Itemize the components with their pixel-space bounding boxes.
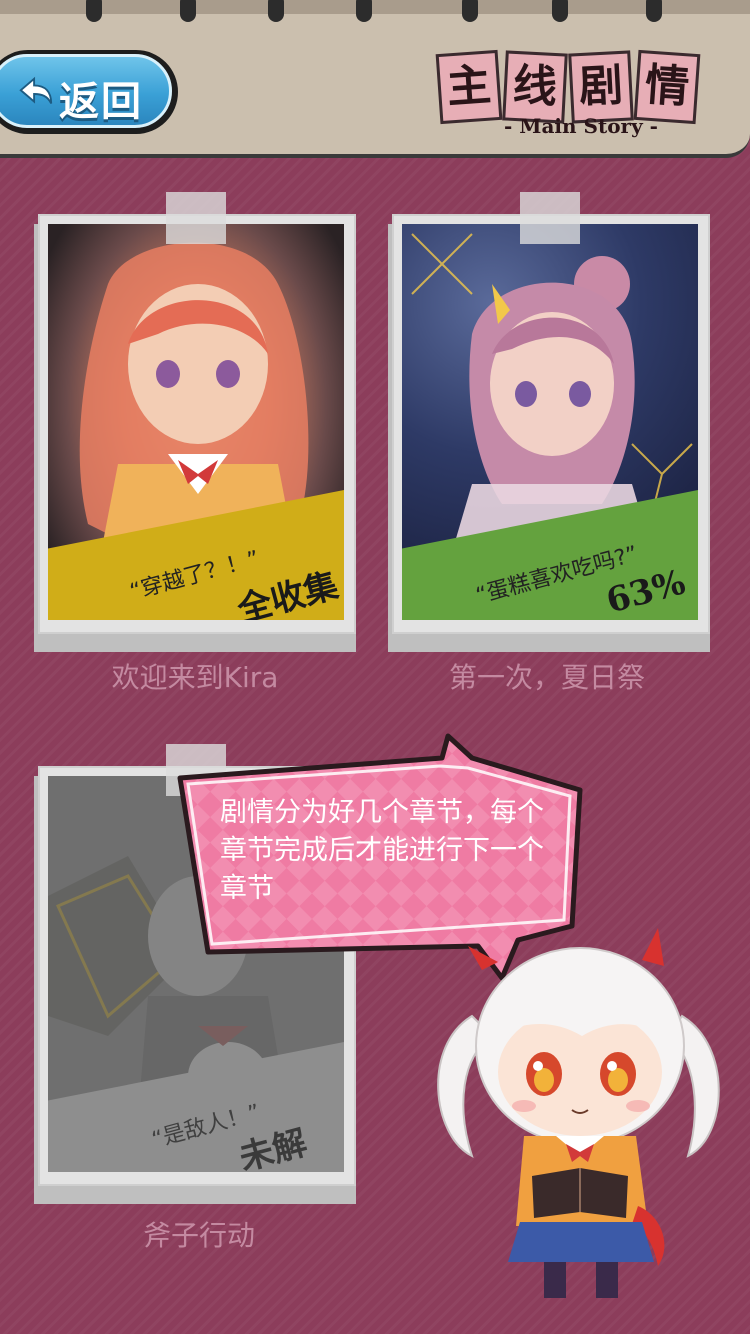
tape-decoration	[520, 192, 580, 244]
chapter-title-1: 欢迎来到Kira	[111, 661, 279, 694]
chapter-art-2: “蛋糕喜欢吃吗?” 63%	[402, 224, 698, 620]
title-char: 线	[502, 50, 568, 124]
chapter-title-3: 斧子行动	[142, 1219, 255, 1252]
chapter-art-1: “穿越了？！” 全收集	[48, 224, 344, 620]
page-subtitle: - Main Story -	[504, 114, 658, 138]
tape-decoration	[166, 192, 226, 244]
binder-ring	[552, 0, 568, 22]
binder-ring	[646, 0, 662, 22]
title-char: 情	[633, 49, 701, 125]
chapter-card-1[interactable]: “穿越了？！” 全收集	[34, 192, 360, 652]
tutorial-text: 剧情分为好几个章节，每个章节完成后才能进行下一个章节	[220, 797, 544, 904]
binder-ring	[86, 0, 102, 22]
header-bar: 返回 主 线 剧 情 - Main Story -	[0, 0, 750, 158]
page-title: 主 线 剧 情 - Main Story -	[435, 46, 716, 142]
binder-ring	[356, 0, 372, 22]
binder-ring	[462, 0, 478, 22]
back-button-label: 返回	[59, 78, 143, 125]
mascot-character-icon[interactable]	[432, 926, 732, 1306]
binder-ring	[180, 0, 196, 22]
title-char: 剧	[568, 50, 634, 124]
back-button[interactable]: 返回	[0, 50, 178, 134]
binder-ring	[268, 0, 284, 22]
chapter-title-2: 第一次，夏日祭	[448, 661, 645, 694]
back-arrow-icon	[19, 76, 53, 104]
title-char: 主	[435, 49, 503, 125]
chapter-card-2[interactable]: “蛋糕喜欢吃吗?” 63%	[388, 192, 714, 652]
